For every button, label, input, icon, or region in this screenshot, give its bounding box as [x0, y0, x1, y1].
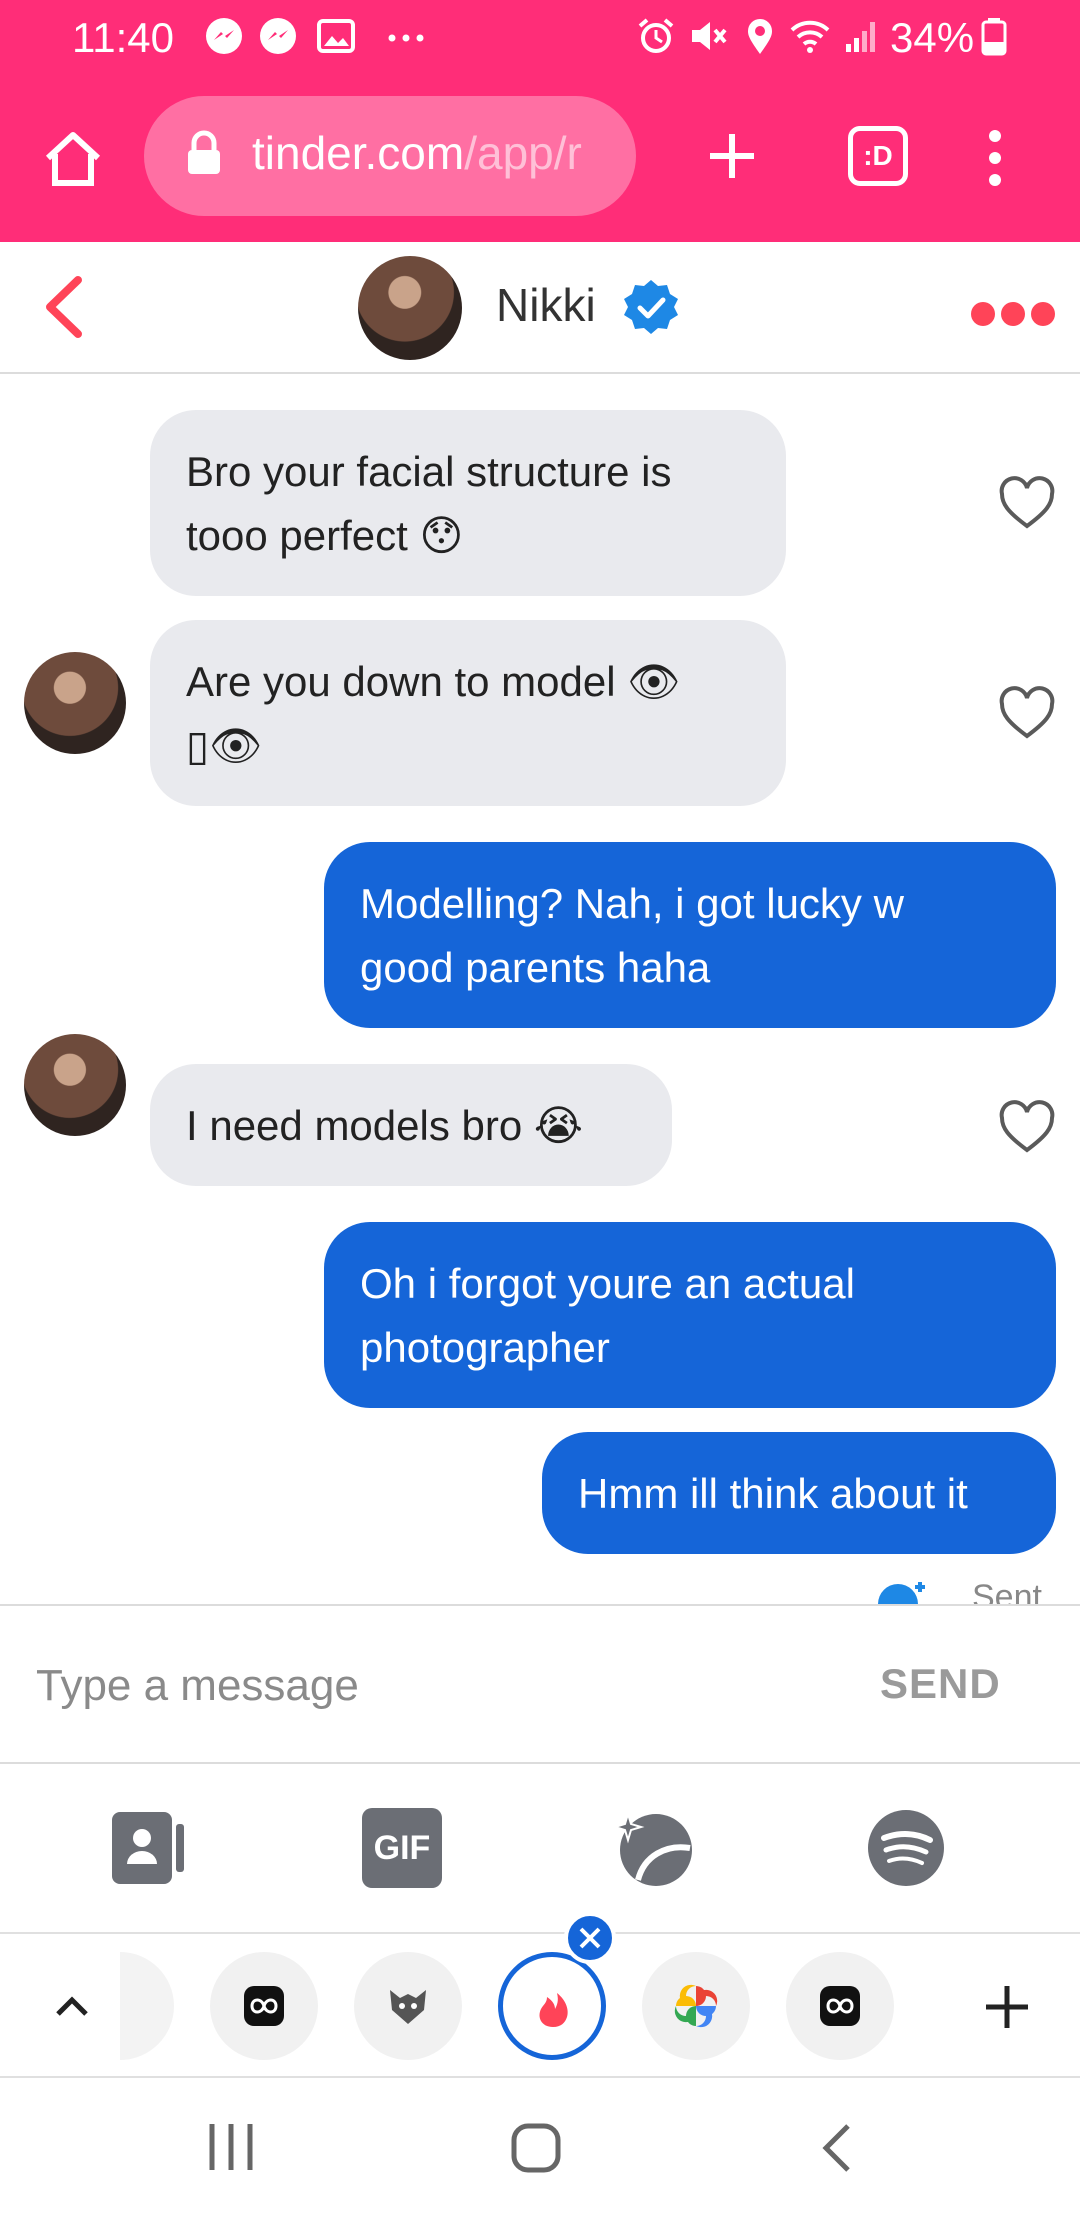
message-line: ▯👁 — [186, 722, 263, 769]
home-icon[interactable] — [42, 128, 104, 190]
tab-count: :D — [863, 140, 893, 171]
battery-icon — [981, 18, 1007, 56]
gif-label: GIF — [373, 1829, 431, 1867]
lock-icon — [188, 130, 220, 174]
add-tray-item-icon[interactable] — [984, 1984, 1030, 2030]
close-icon — [579, 1927, 601, 1949]
menu-dots-icon[interactable] — [980, 128, 1010, 188]
tray-partial-item[interactable] — [120, 1952, 174, 2060]
sent-label: Sent — [972, 1578, 1042, 1604]
new-tab-icon[interactable] — [706, 130, 758, 182]
outgoing-message[interactable]: Oh i forgot youre an actual photographer — [324, 1222, 1056, 1408]
contact-card-icon[interactable] — [110, 1808, 190, 1888]
battery-percent: 34% — [890, 14, 975, 61]
gif-button[interactable]: GIF — [362, 1808, 442, 1888]
message-line: good parents haha — [360, 944, 711, 991]
incoming-message[interactable]: Bro your facial structure is tooo perfec… — [150, 410, 786, 596]
gallery-icon — [317, 19, 355, 53]
back-nav-icon[interactable] — [820, 2122, 854, 2174]
message-line: I need models bro 😭 — [186, 1102, 583, 1149]
match-avatar[interactable] — [24, 652, 126, 754]
browser-bar: 11:40 34% tinder.com/app/r :D — [0, 0, 1080, 242]
status-bar: 11:40 34% — [0, 0, 1080, 72]
alarm-icon — [638, 18, 674, 53]
message-line: Are you down to model 👁 — [186, 658, 681, 705]
tray-app-button[interactable] — [642, 1952, 750, 2060]
app-icon — [244, 1986, 284, 2026]
messenger-icon — [260, 18, 296, 54]
back-arrow-icon[interactable] — [40, 274, 86, 340]
wifi-icon — [790, 20, 830, 53]
heart-icon[interactable] — [998, 476, 1056, 530]
more-options-icon[interactable] — [970, 300, 1056, 328]
sent-receipt: Sent — [876, 1578, 1056, 1604]
tinder-icon — [539, 1993, 568, 2027]
messenger-icon — [206, 18, 242, 54]
wolf-app-icon — [390, 1990, 426, 2024]
tab-switcher-button[interactable]: :D — [848, 126, 908, 186]
url-text: tinder.com/app/r — [252, 126, 622, 180]
message-line: tooo perfect 😯 — [186, 512, 464, 559]
location-icon — [748, 19, 772, 54]
read-receipt-icon — [878, 1582, 925, 1604]
photos-icon — [674, 1984, 718, 2028]
url-bar[interactable]: tinder.com/app/r — [144, 96, 636, 216]
message-input[interactable] — [36, 1646, 816, 1726]
remove-tray-item-button[interactable] — [564, 1912, 616, 1964]
message-line: Hmm ill think about it — [578, 1470, 968, 1517]
message-line: Bro your facial structure is — [186, 448, 672, 495]
tray-tinder-button[interactable] — [498, 1952, 606, 2060]
app-icon — [820, 1986, 860, 2026]
signal-icon — [846, 22, 875, 52]
tray-app-button[interactable] — [354, 1952, 462, 2060]
match-avatar[interactable] — [24, 1034, 126, 1136]
system-nav-bar — [0, 2078, 1080, 2220]
send-button[interactable]: SEND — [880, 1660, 1001, 1708]
heart-icon[interactable] — [998, 1100, 1056, 1154]
spotify-icon[interactable] — [866, 1808, 946, 1888]
message-line: Oh i forgot youre an actual — [360, 1260, 855, 1307]
sticker-icon[interactable] — [614, 1808, 694, 1888]
verified-badge-icon — [624, 280, 678, 334]
home-nav-icon[interactable] — [510, 2122, 562, 2174]
message-line: photographer — [360, 1324, 610, 1371]
outgoing-message[interactable]: Modelling? Nah, i got lucky w good paren… — [324, 842, 1056, 1028]
tray-app-button[interactable] — [786, 1952, 894, 2060]
chat-header: Nikki — [0, 242, 1080, 374]
url-host: tinder.com — [252, 127, 465, 179]
edge-tray — [0, 1912, 1080, 2078]
outgoing-message[interactable]: Hmm ill think about it — [542, 1432, 1056, 1554]
status-time: 11:40 — [72, 14, 174, 61]
match-avatar[interactable] — [358, 256, 462, 360]
chevron-up-icon[interactable] — [52, 1986, 92, 2026]
heart-icon[interactable] — [998, 686, 1056, 740]
more-dots-icon — [388, 34, 424, 42]
match-name[interactable]: Nikki — [496, 278, 596, 332]
attachment-bar: GIF — [0, 1764, 1080, 1932]
mute-icon — [692, 22, 727, 50]
tray-app-button[interactable] — [210, 1952, 318, 2060]
message-composer: SEND — [0, 1604, 1080, 1764]
incoming-message[interactable]: I need models bro 😭 — [150, 1064, 672, 1186]
recents-icon[interactable] — [208, 2122, 254, 2172]
incoming-message[interactable]: Are you down to model 👁 ▯👁 — [150, 620, 786, 806]
url-path: /app/r — [464, 127, 582, 179]
message-line: Modelling? Nah, i got lucky w — [360, 880, 904, 927]
